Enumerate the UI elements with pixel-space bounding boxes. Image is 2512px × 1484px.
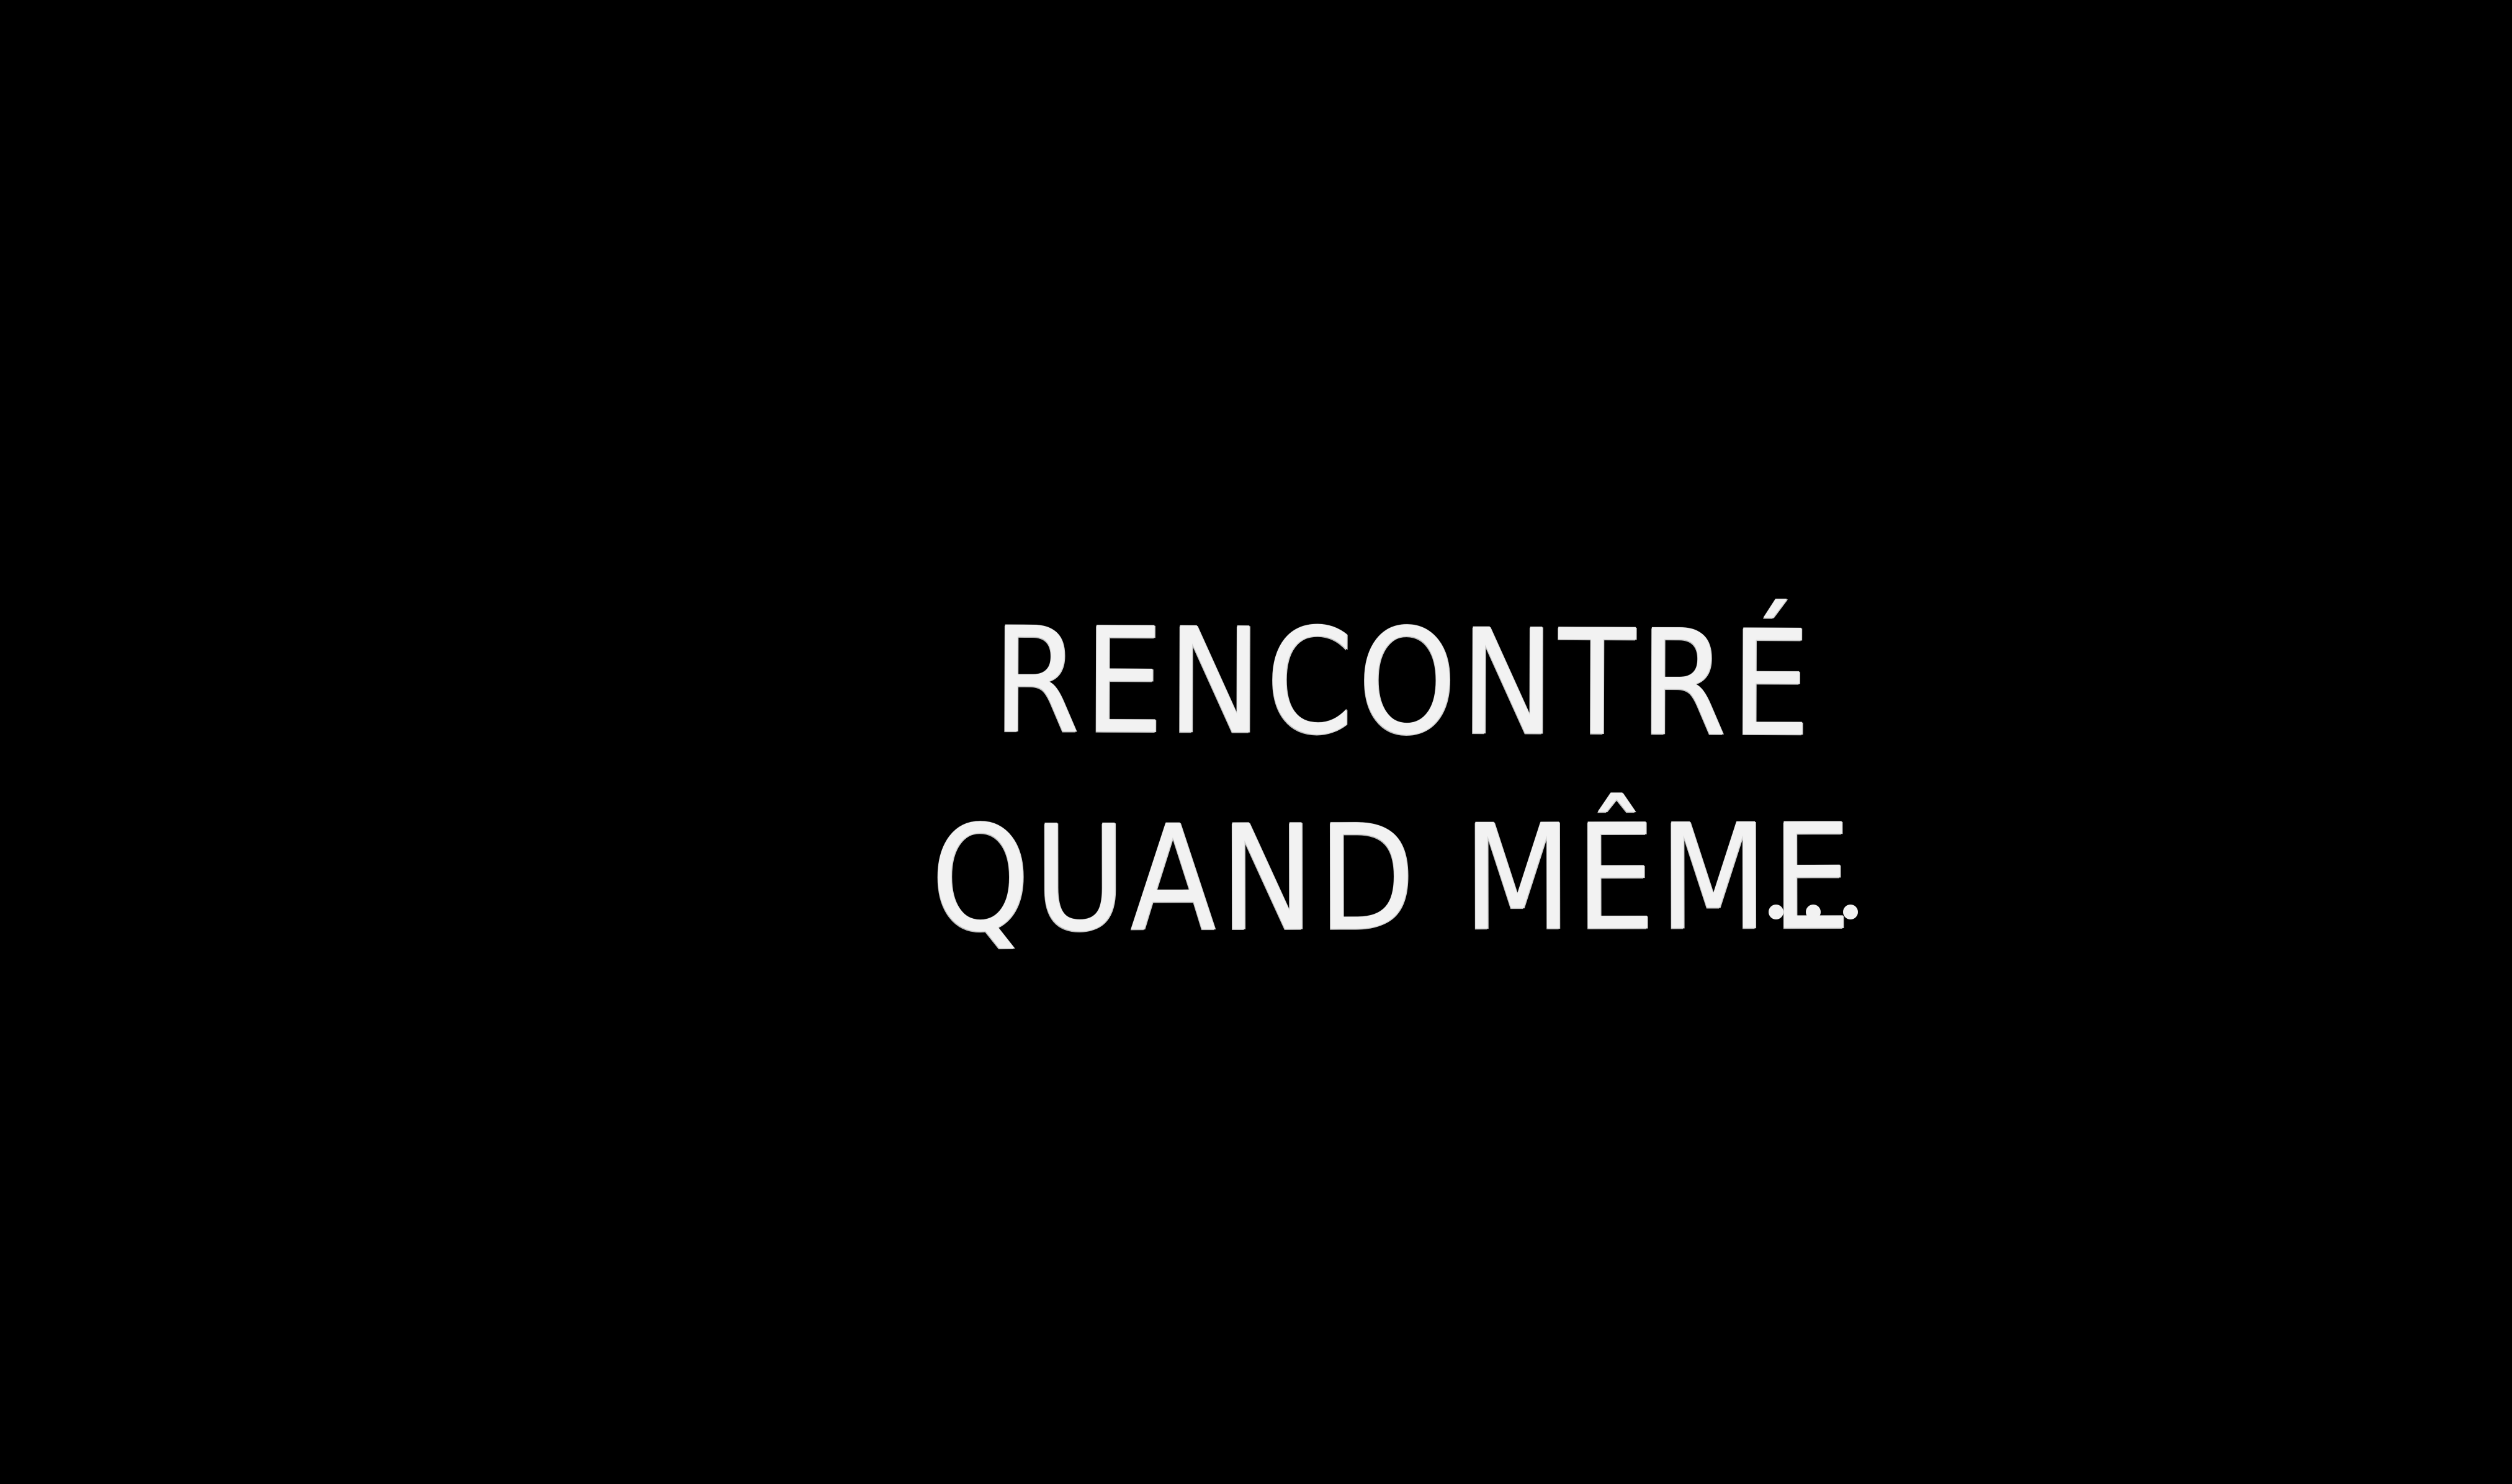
ellipsis-dot-3	[1843, 905, 1858, 919]
caption-line-2: QUAND MÊME	[930, 792, 1855, 964]
caption-line-1: RENCONTRÉ	[992, 596, 1815, 769]
ellipsis: ...	[1769, 905, 1858, 919]
ellipsis-dot-2	[1806, 905, 1821, 919]
black-title-card: RENCONTRÉ QUAND MÊME ...	[0, 0, 2512, 1484]
ellipsis-dot-1	[1769, 905, 1783, 919]
